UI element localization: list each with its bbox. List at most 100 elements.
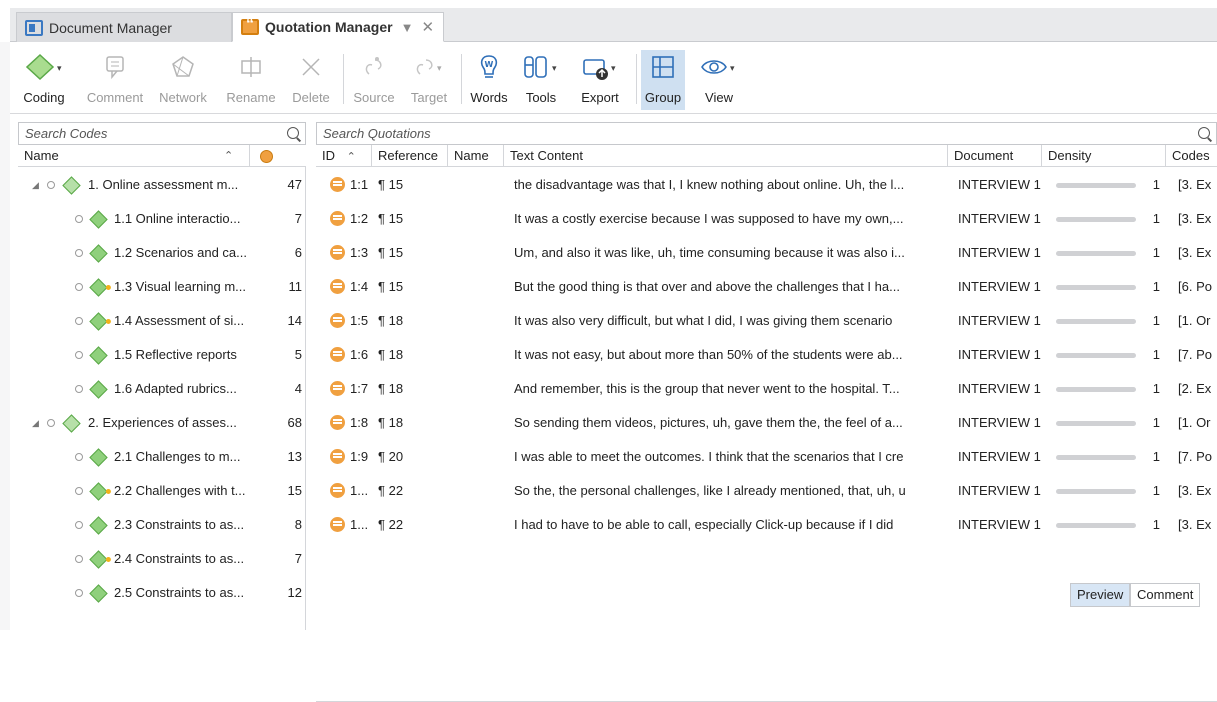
column-header-document[interactable]: Document bbox=[948, 145, 1042, 167]
link-target-icon: ▾ bbox=[412, 50, 446, 84]
table-row[interactable]: 1:1 ¶ 15 the disadvantage was that I, I kn… bbox=[316, 168, 1217, 202]
table-row[interactable]: 1... ¶ 22 I had to have to be able to call… bbox=[316, 508, 1217, 542]
table-row[interactable]: 1:9 ¶ 20 I was able to meet the outcomes. … bbox=[316, 440, 1217, 474]
density-value: 1 bbox=[1152, 347, 1160, 362]
source-button[interactable]: Source bbox=[348, 50, 400, 110]
code-row[interactable]: 2.1 Challenges to m... 13 bbox=[18, 440, 306, 474]
table-row[interactable]: 1:4 ¶ 15 But the good thing is that over a… bbox=[316, 270, 1217, 304]
tab-label: Document Manager bbox=[49, 19, 172, 36]
tab-document-manager[interactable]: Document Manager bbox=[16, 12, 232, 42]
tools-button[interactable]: ▾ Tools bbox=[516, 50, 566, 110]
tab-dropdown-icon[interactable]: ▼ bbox=[401, 20, 414, 35]
tab-quotation-manager[interactable]: Quotation Manager ▼ ✕ bbox=[232, 12, 444, 42]
column-header-quotation-count[interactable] bbox=[250, 145, 306, 167]
quotation-reference: ¶ 22 bbox=[378, 483, 404, 498]
quotation-id: 1:9 bbox=[350, 449, 369, 464]
words-button[interactable]: W Words bbox=[466, 50, 512, 110]
export-button[interactable]: ▾ Export bbox=[572, 50, 628, 110]
code-row[interactable]: 1.6 Adapted rubrics... 4 bbox=[18, 372, 306, 406]
expand-collapse-icon[interactable]: ◢ bbox=[32, 168, 39, 202]
density-bar bbox=[1056, 455, 1136, 460]
status-circle-icon bbox=[47, 181, 55, 189]
column-header-name[interactable]: Name ⌃ bbox=[18, 145, 250, 167]
preview-button[interactable]: Preview bbox=[1070, 583, 1131, 607]
quotation-count: 7 bbox=[294, 551, 302, 566]
table-row[interactable]: 1:3 ¶ 15 Um, and also it was like, uh, tim… bbox=[316, 236, 1217, 270]
expand-collapse-icon[interactable]: ◢ bbox=[32, 406, 39, 440]
quotation-icon bbox=[330, 211, 345, 226]
code-row[interactable]: 1.1 Online interactio... 7 bbox=[18, 202, 306, 236]
quotation-id: 1:6 bbox=[350, 347, 369, 362]
code-row[interactable]: ◢ 1. Online assessment m... 47 bbox=[18, 168, 306, 202]
code-row[interactable]: 2.2 Challenges with t... 15 bbox=[18, 474, 306, 508]
delete-x-icon bbox=[298, 50, 324, 84]
code-label: 2.2 Challenges with t... bbox=[114, 483, 246, 498]
code-icon bbox=[89, 584, 108, 603]
code-icon bbox=[89, 244, 108, 263]
quotation-document: INTERVIEW 1 bbox=[958, 211, 1041, 226]
table-row[interactable]: 1:6 ¶ 18 It was not easy, but about more t… bbox=[316, 338, 1217, 372]
column-header-reference[interactable]: Reference bbox=[372, 145, 448, 167]
network-button[interactable]: Network bbox=[150, 50, 216, 110]
tab-bar: Document Manager Quotation Manager ▼ ✕ bbox=[10, 8, 1217, 42]
toolbar-separator bbox=[343, 54, 344, 104]
status-circle-icon bbox=[75, 555, 83, 563]
rename-button[interactable]: Rename bbox=[218, 50, 284, 110]
column-header-text-content[interactable]: Text Content bbox=[504, 145, 948, 167]
rename-icon bbox=[238, 50, 264, 84]
quotation-id: 1:2 bbox=[350, 211, 369, 226]
svg-text:▾: ▾ bbox=[437, 64, 442, 74]
quotation-id: 1... bbox=[350, 517, 369, 532]
delete-button[interactable]: Delete bbox=[286, 50, 336, 110]
comment-button[interactable]: Comment bbox=[82, 50, 148, 110]
quotation-icon bbox=[330, 177, 345, 192]
density-bar bbox=[1056, 523, 1136, 528]
coding-button[interactable]: ▾ Coding bbox=[16, 50, 72, 110]
density-value: 1 bbox=[1152, 449, 1160, 464]
table-row[interactable]: 1:7 ¶ 18 And remember, this is the group t… bbox=[316, 372, 1217, 406]
density-value: 1 bbox=[1152, 483, 1160, 498]
quotation-count: 68 bbox=[287, 415, 302, 430]
quotation-reference: ¶ 20 bbox=[378, 449, 404, 464]
code-row[interactable]: 2.4 Constraints to as... 7 bbox=[18, 542, 306, 576]
table-row[interactable]: 1:8 ¶ 18 So sending them videos, pictures,… bbox=[316, 406, 1217, 440]
column-header-codes[interactable]: Codes bbox=[1166, 145, 1217, 167]
quotation-text: So the, the personal challenges, like I … bbox=[514, 483, 906, 498]
quotation-codes: [6. Po bbox=[1178, 279, 1212, 294]
column-header-id[interactable]: ID ⌃ bbox=[316, 145, 372, 167]
table-row[interactable]: 1... ¶ 22 So the, the personal challenges,… bbox=[316, 474, 1217, 508]
comment-view-button[interactable]: Comment bbox=[1130, 583, 1201, 607]
code-row[interactable]: 1.5 Reflective reports 5 bbox=[18, 338, 306, 372]
quotation-count: 11 bbox=[288, 279, 303, 294]
code-row[interactable]: 1.2 Scenarios and ca... 6 bbox=[18, 236, 306, 270]
lightbulb-w-icon: W bbox=[476, 50, 502, 84]
density-value: 1 bbox=[1152, 313, 1160, 328]
table-row[interactable]: 1:5 ¶ 18 It was also very difficult, but w… bbox=[316, 304, 1217, 338]
close-icon[interactable]: ✕ bbox=[421, 18, 434, 36]
status-circle-icon bbox=[75, 317, 83, 325]
density-bar bbox=[1056, 387, 1136, 392]
quotation-codes: [3. Ex bbox=[1178, 517, 1212, 532]
code-icon bbox=[89, 516, 108, 535]
code-row[interactable]: 2.3 Constraints to as... 8 bbox=[18, 508, 306, 542]
search-codes-input[interactable]: Search Codes bbox=[18, 122, 306, 145]
group-button[interactable]: Group bbox=[641, 50, 685, 110]
code-row[interactable]: 1.3 Visual learning m... 11 bbox=[18, 270, 306, 304]
code-row[interactable]: 1.4 Assessment of si... 14 bbox=[18, 304, 306, 338]
search-icon[interactable] bbox=[1198, 127, 1210, 139]
density-value: 1 bbox=[1152, 381, 1160, 396]
column-header-name[interactable]: Name bbox=[448, 145, 504, 167]
density-bar bbox=[1056, 217, 1136, 222]
view-button[interactable]: ▾ View bbox=[692, 50, 746, 110]
table-row[interactable]: 1:2 ¶ 15 It was a costly exercise because … bbox=[316, 202, 1217, 236]
code-icon bbox=[89, 380, 108, 399]
search-icon[interactable] bbox=[287, 127, 299, 139]
code-row[interactable]: 2.5 Constraints to as... 12 bbox=[18, 576, 306, 610]
target-button[interactable]: ▾ Target bbox=[402, 50, 456, 110]
quotation-count: 8 bbox=[294, 517, 302, 532]
code-row[interactable]: ◢ 2. Experiences of asses... 68 bbox=[18, 406, 306, 440]
search-quotations-input[interactable]: Search Quotations bbox=[316, 122, 1217, 145]
code-label: 1.6 Adapted rubrics... bbox=[114, 381, 237, 396]
quotation-document: INTERVIEW 1 bbox=[958, 177, 1041, 192]
column-header-density[interactable]: Density bbox=[1042, 145, 1166, 167]
